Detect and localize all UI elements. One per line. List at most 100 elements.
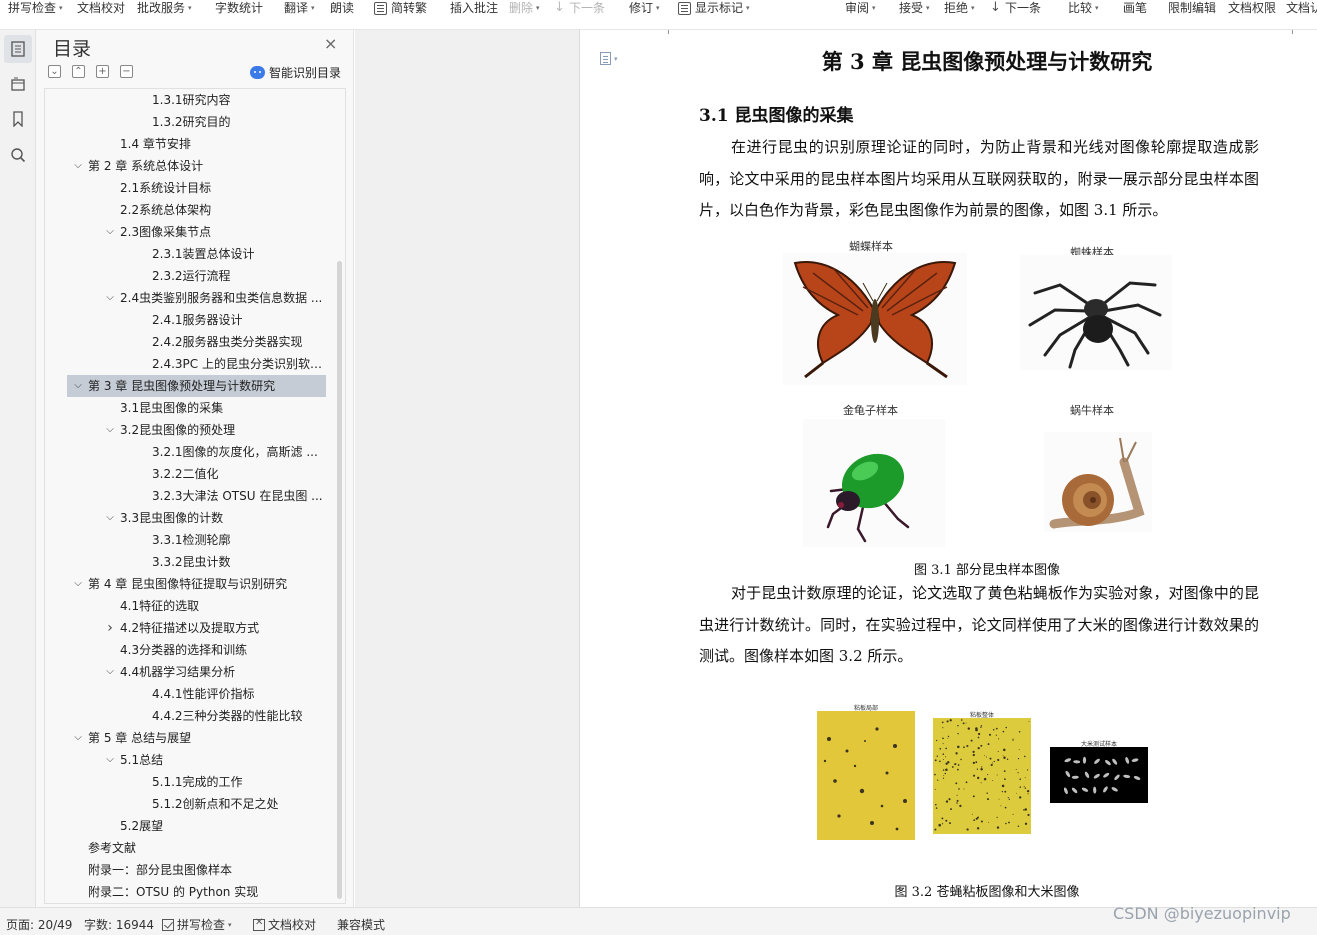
collapse-all-icon[interactable]: ⌄ [48,65,61,78]
insect-speck [972,761,976,765]
bookmark-icon[interactable] [4,105,32,133]
chevron-down-icon[interactable]: ⌵ [104,287,116,309]
search-icon[interactable] [4,141,32,169]
word-count[interactable]: 字数: 16944 [84,916,154,933]
toolbar-item-3[interactable]: 字数统计 [215,0,263,17]
toolbar-item-13[interactable]: 接受 ▾ [899,0,930,17]
toc-scrollbar[interactable] [336,89,344,903]
toc-item[interactable]: 3.3.1检测轮廓 [45,529,333,551]
compat-mode[interactable]: 兼容模式 [337,916,385,933]
toc-item[interactable]: 2.4.3PC 上的昆虫分类识别软 ... [45,353,333,375]
chevron-right-icon[interactable]: › [104,617,116,639]
toc-item-label: 第 3 章 昆虫图像预处理与计数研究 [88,379,276,393]
proofread-label: 文档校对 [268,918,317,932]
chevron-down-icon[interactable]: ⌵ [104,749,116,771]
chevron-down-icon[interactable]: ⌵ [104,661,116,683]
toolbar-item-18[interactable]: 限制编辑 [1168,0,1216,17]
toc-item[interactable]: 4.4.2三种分类器的性能比较 [45,705,333,727]
toc-item[interactable]: ⌵ 3.3昆虫图像的计数 [45,507,333,529]
toolbar-item-20[interactable]: 文档认 [1286,0,1317,17]
toc-item[interactable]: ⌵ 第 3 章 昆虫图像预处理与计数研究 [67,375,326,397]
toc-item[interactable]: 2.3.1装置总体设计 [45,243,333,265]
page-count[interactable]: 页面: 20/49 [6,916,72,933]
toolbar-item-11[interactable]: 显示标记 ▾ [678,0,750,17]
toc-item[interactable]: ⌵ 第 4 章 昆虫图像特征提取与识别研究 [45,573,333,595]
toc-item[interactable]: 2.4.2服务器虫类分类器实现 [45,331,333,353]
add-heading-icon[interactable]: + [96,65,109,78]
toolbar-label: 批改服务 [137,1,186,15]
toc-item[interactable]: 5.2展望 [45,815,333,837]
toc-item[interactable]: 3.2.2二值化 [45,463,333,485]
toc-icon[interactable] [4,35,32,63]
proofread-status[interactable]: 文档校对 [253,916,316,933]
chevron-down-icon[interactable]: ⌵ [72,727,84,749]
remove-heading-icon[interactable]: − [120,65,133,78]
toolbar-item-4[interactable]: 翻译 ▾ [284,0,315,17]
insect-speck [934,773,936,776]
chevron-down-icon[interactable]: ⌵ [104,507,116,529]
toolbar-item-16[interactable]: 比较 ▾ [1068,0,1099,17]
spell-check-status[interactable]: 拼写检查 ▾ [162,916,232,933]
insect-speck [962,722,965,725]
toolbar-item-7[interactable]: 插入批注 [450,0,498,17]
toolbar-item-10[interactable]: 修订 ▾ [629,0,660,17]
toc-item[interactable]: 参考文献 [45,837,333,859]
toolbar-item-9[interactable]: 下一条 [553,0,605,17]
toc-item[interactable]: ⌵ 5.1总结 [45,749,333,771]
toc-item[interactable]: ⌵ 4.4机器学习结果分析 [45,661,333,683]
expand-all-icon[interactable]: ⌃ [72,65,85,78]
toc-item[interactable]: 3.2.1图像的灰度化，高斯滤 ... [45,441,333,463]
smart-toc-button[interactable]: 智能识别目录 [250,64,341,81]
toolbar-item-5[interactable]: 朗读 [330,0,354,17]
toolbar-item-6[interactable]: 简转繁 [374,0,427,17]
insect-speck [1024,787,1027,789]
toolbar-item-8[interactable]: 删除 ▾ [509,0,540,17]
toc-item[interactable]: ⌵ 第 5 章 总结与展望 [45,727,333,749]
toc-item[interactable]: 2.2系统总体架构 [45,199,333,221]
toc-item-label: 2.4.1服务器设计 [152,313,243,327]
navigation-icon[interactable] [4,70,32,98]
chevron-down-icon[interactable]: ⌵ [72,155,84,177]
toc-item[interactable]: 1.4 章节安排 [45,133,333,155]
toc-item[interactable]: 3.1昆虫图像的采集 [45,397,333,419]
insect-speck [1018,749,1020,751]
close-icon[interactable]: × [324,36,337,52]
toolbar-item-15[interactable]: 下一条 [989,0,1041,17]
toolbar-item-14[interactable]: 拒绝 ▾ [944,0,975,17]
toc-item[interactable]: › 4.2特征描述以及提取方式 [45,617,333,639]
insect-speck [937,779,939,781]
toc-item[interactable]: 5.1.1完成的工作 [45,771,333,793]
toc-item[interactable]: 2.3.2运行流程 [45,265,333,287]
toc-item[interactable]: 4.4.1性能评价指标 [45,683,333,705]
toc-item[interactable]: 附录一：部分昆虫图像样本 [45,859,333,881]
insect-speck [1003,756,1006,760]
toc-item[interactable]: 1.3.2研究目的 [45,111,333,133]
toc-item[interactable]: 附录二：OTSU 的 Python 实现 [45,881,333,903]
toc-item[interactable]: 1.3.1研究内容 [45,89,333,111]
toolbar-item-19[interactable]: 文档权限 [1228,0,1276,17]
toolbar-item-0[interactable]: 拼写检查 ▾ [8,0,63,17]
toc-item[interactable]: 4.3分类器的选择和训练 [45,639,333,661]
insect-speck [960,758,962,761]
toc-item[interactable]: ⌵ 2.4虫类鉴别服务器和虫类信息数据 ... [45,287,333,309]
toc-item[interactable]: ⌵ 3.2昆虫图像的预处理 [45,419,333,441]
toc-item[interactable]: ⌵ 第 2 章 系统总体设计 [45,155,333,177]
toc-item[interactable]: ⌵ 2.3图像采集节点 [45,221,333,243]
document-page[interactable]: ▾ 第 3 章 昆虫图像预处理与计数研究 3.1 昆虫图像的采集 在进行昆虫的识… [579,30,1317,907]
toolbar-item-2[interactable]: 批改服务 ▾ [137,0,192,17]
toolbar-item-12[interactable]: 审阅 ▾ [845,0,876,17]
chevron-down-icon[interactable]: ⌵ [104,221,116,243]
toolbar-item-17[interactable]: 画笔 [1123,0,1147,17]
toc-scroll-thumb[interactable] [337,261,342,899]
toc-item[interactable]: 2.1系统设计目标 [45,177,333,199]
toc-item[interactable]: 5.1.2创新点和不足之处 [45,793,333,815]
toc-item[interactable]: 3.2.3大津法 OTSU 在昆虫图 ... [45,485,333,507]
chevron-down-icon[interactable]: ⌵ [72,573,84,595]
toolbar-item-1[interactable]: 文档校对 [77,0,125,17]
toc-item[interactable]: 3.3.2昆虫计数 [45,551,333,573]
ribbon-toolbar: 拼写检查▾ 文档校对批改服务▾ 字数统计 翻译▾ 朗读 简转繁 插入批注删除▾ 下一条 修订▾ 显… [0,0,1317,30]
toc-item[interactable]: 4.1特征的选取 [45,595,333,617]
chevron-down-icon[interactable]: ⌵ [72,375,84,397]
chevron-down-icon[interactable]: ⌵ [104,419,116,441]
toc-item[interactable]: 2.4.1服务器设计 [45,309,333,331]
